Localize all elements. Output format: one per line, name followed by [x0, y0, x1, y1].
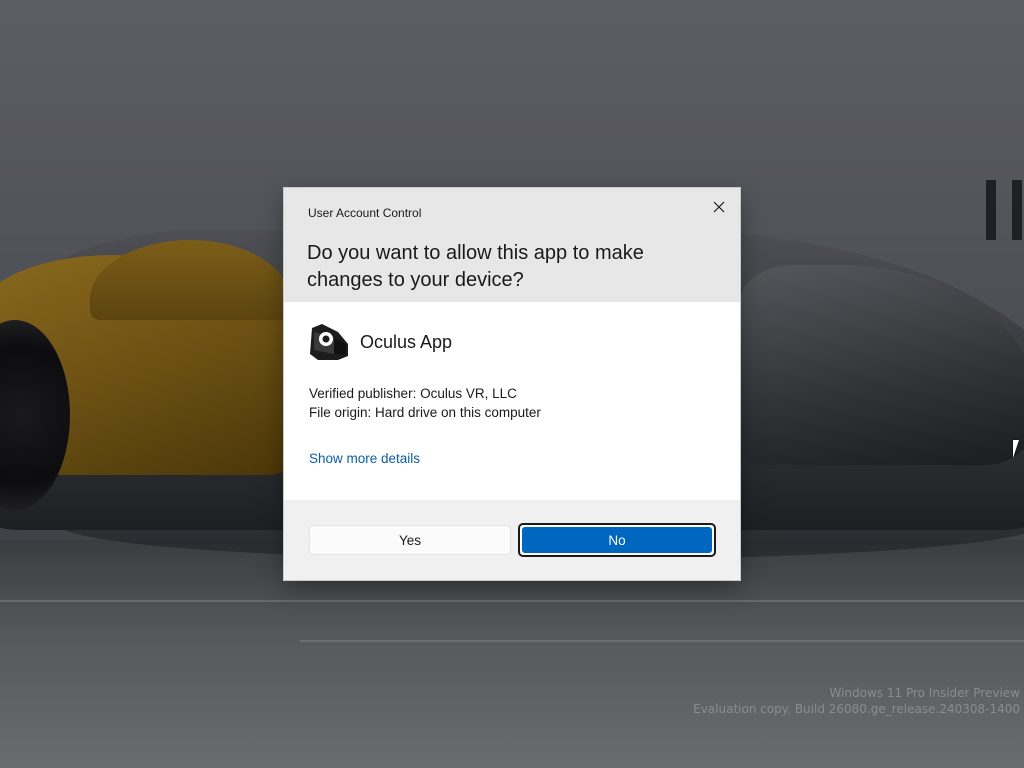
close-icon	[713, 201, 725, 213]
dialog-title: User Account Control	[308, 206, 422, 220]
watermark-line-1: Windows 11 Pro Insider Preview	[829, 686, 1020, 700]
mouse-cursor-icon	[1013, 440, 1019, 458]
windows-watermark: Windows 11 Pro Insider Preview Evaluatio…	[693, 685, 1020, 717]
show-more-details-link[interactable]: Show more details	[309, 451, 420, 466]
uac-dialog: User Account Control Do you want to allo…	[284, 188, 740, 580]
wallpaper-deco	[986, 180, 996, 240]
oculus-app-icon	[310, 324, 348, 360]
wallpaper-car-rear	[740, 265, 1024, 465]
watermark-line-2: Evaluation copy. Build 26080.ge_release.…	[693, 702, 1020, 716]
dialog-question: Do you want to allow this app to make ch…	[307, 242, 644, 291]
app-info-row: Oculus App	[308, 322, 452, 362]
yes-button[interactable]: Yes	[309, 525, 511, 555]
wallpaper-floor-line	[300, 640, 1024, 642]
file-origin: File origin: Hard drive on this computer	[309, 405, 541, 420]
publisher-info: Verified publisher: Oculus VR, LLC File …	[309, 384, 541, 422]
wallpaper-floor-line	[0, 600, 1024, 602]
no-button[interactable]: No	[518, 523, 716, 557]
wallpaper-deco	[1012, 180, 1022, 240]
app-name: Oculus App	[360, 331, 453, 352]
close-button[interactable]	[704, 192, 734, 222]
dialog-footer: Yes No	[284, 500, 740, 580]
no-button-label: No	[522, 527, 712, 553]
verified-publisher: Verified publisher: Oculus VR, LLC	[309, 386, 517, 401]
dialog-header: User Account Control Do you want to allo…	[284, 188, 740, 302]
